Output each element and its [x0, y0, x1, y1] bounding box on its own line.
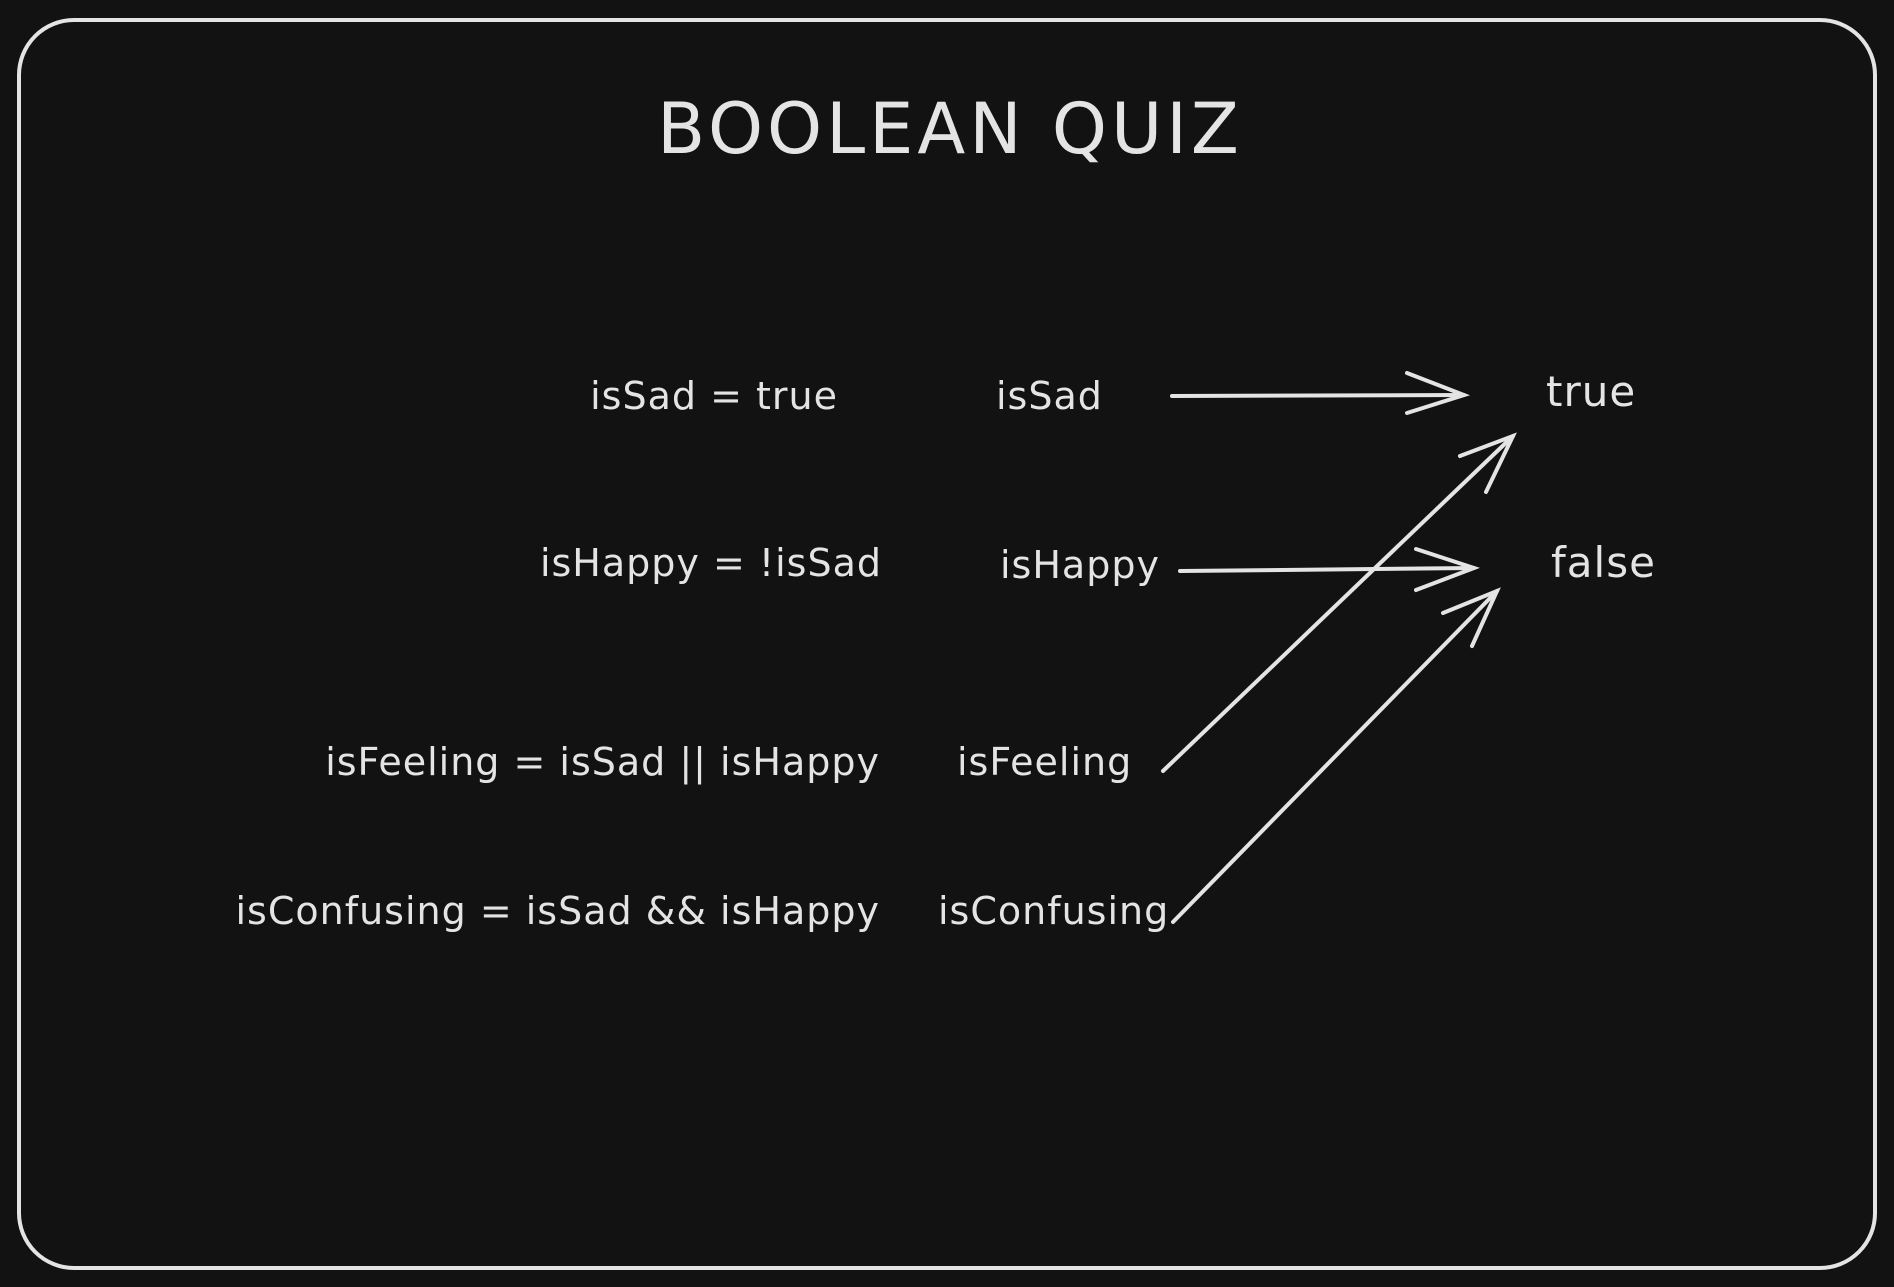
board-border — [17, 18, 1877, 1270]
variable-ishappy: isHappy — [1000, 543, 1160, 587]
arrow-isconfusing-to-false — [1171, 587, 1501, 924]
arrow-issad-to-true — [1170, 371, 1471, 415]
expression-issad: isSad = true — [590, 374, 838, 418]
page-title: BOOLEAN QUIZ — [657, 88, 1243, 170]
variable-issad: isSad — [996, 374, 1103, 418]
diagram-canvas — [17, 18, 1877, 1270]
expression-isconfusing: isConfusing = isSad && isHappy — [235, 889, 880, 933]
value-false: false — [1551, 538, 1656, 587]
value-true: true — [1546, 367, 1637, 416]
variable-isfeeling: isFeeling — [957, 740, 1133, 784]
arrow-isfeeling-to-true — [1161, 432, 1517, 773]
quiz-board: BOOLEAN QUIZ isSad = true isHappy = !isS… — [0, 0, 1894, 1287]
arrow-ishappy-to-false — [1178, 547, 1481, 592]
expression-ishappy: isHappy = !isSad — [539, 541, 882, 585]
expression-isfeeling: isFeeling = isSad || isHappy — [325, 740, 880, 784]
variable-isconfusing: isConfusing — [938, 889, 1170, 933]
